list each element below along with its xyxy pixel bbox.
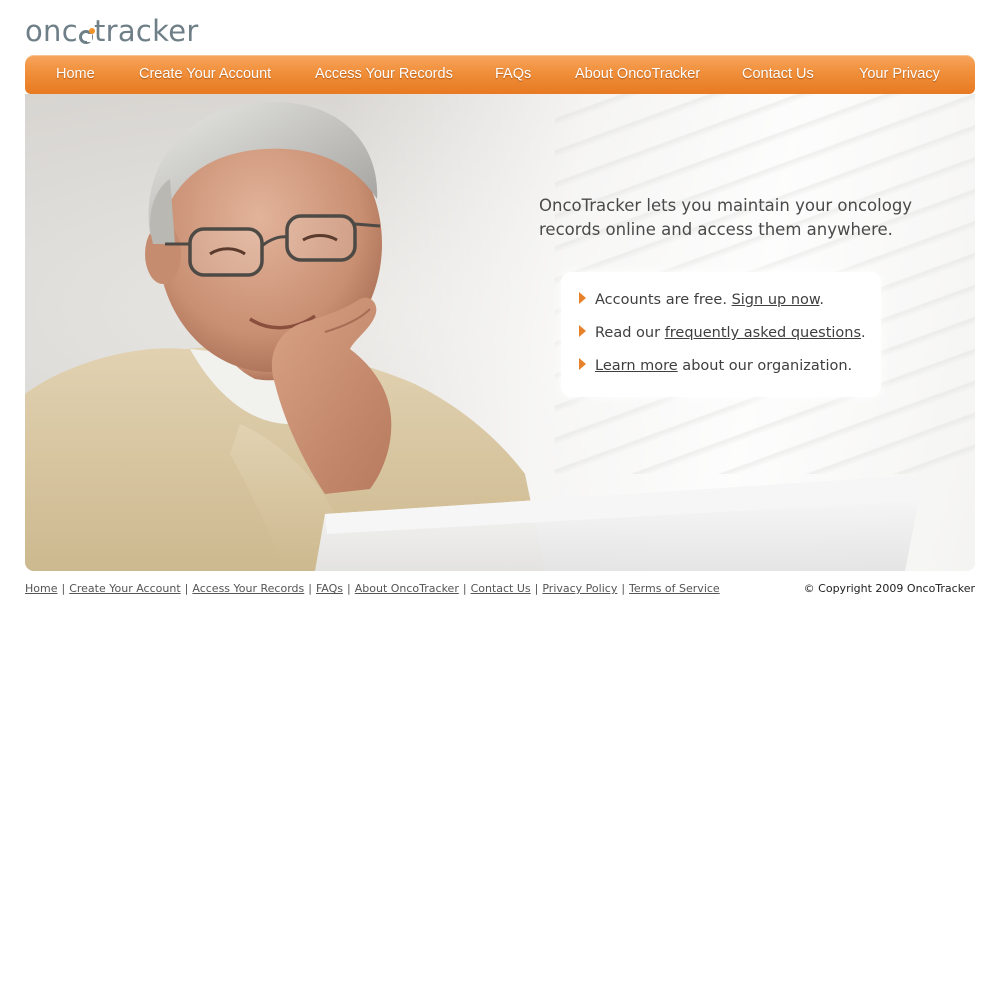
hero-headline: OncoTracker lets you maintain your oncol… <box>539 196 913 239</box>
oncotracker-logo[interactable]: onc tracker <box>25 12 199 46</box>
footer-link-create-your-account[interactable]: Create Your Account <box>69 582 180 595</box>
page: onc tracker Home Create Your Account Acce… <box>0 0 1000 1000</box>
footer-separator: | <box>534 582 539 595</box>
main-navigation: Home Create Your Account Access Your Rec… <box>25 55 975 94</box>
footer: Home | Create Your Account | Access Your Rec… <box>25 582 975 598</box>
info-text: . <box>819 292 825 308</box>
orange-arrow-icon <box>579 325 586 337</box>
nav-access-your-records[interactable]: Access Your Records <box>315 55 453 94</box>
footer-link-access-your-records[interactable]: Access Your Records <box>192 582 304 595</box>
logo-ring-icon <box>78 28 95 44</box>
info-text: Accounts are free. <box>595 292 732 308</box>
footer-link-privacy-policy[interactable]: Privacy Policy <box>542 582 617 595</box>
learn-more-link[interactable]: Learn more <box>595 358 678 374</box>
hero-banner: OncoTracker lets you maintain your oncol… <box>25 94 975 571</box>
info-text: about our organization. <box>677 358 853 374</box>
nav-your-privacy[interactable]: Your Privacy <box>859 55 940 94</box>
footer-links: Home | Create Your Account | Access Your Rec… <box>25 582 720 595</box>
faq-link[interactable]: frequently asked questions <box>665 325 861 341</box>
logo-text-end: tracker <box>93 14 199 48</box>
footer-separator: | <box>308 582 312 595</box>
copyright-notice: © Copyright 2009 OncoTracker <box>803 582 975 595</box>
info-line-faq: Read our frequently asked questions. <box>595 325 866 341</box>
orange-arrow-icon <box>579 358 586 370</box>
info-text: Read our <box>595 325 665 341</box>
footer-link-about-oncotracker[interactable]: About OncoTracker <box>355 582 459 595</box>
footer-link-faqs[interactable]: FAQs <box>316 582 343 595</box>
nav-contact-us[interactable]: Contact Us <box>742 55 814 94</box>
footer-separator: | <box>184 582 189 595</box>
info-box: Accounts are free. Sign up now. Read our… <box>561 272 881 397</box>
info-line-learn-more: Learn more about our organization. <box>595 358 852 374</box>
footer-link-home[interactable]: Home <box>25 582 57 595</box>
info-line-signup: Accounts are free. Sign up now. <box>595 292 824 308</box>
nav-faqs[interactable]: FAQs <box>495 55 531 94</box>
orange-arrow-icon <box>579 292 586 304</box>
footer-link-contact-us[interactable]: Contact Us <box>471 582 531 595</box>
nav-about-oncotracker[interactable]: About OncoTracker <box>575 55 700 94</box>
sign-up-now-link[interactable]: Sign up now <box>732 292 820 308</box>
info-text: . <box>861 325 866 341</box>
footer-link-terms-of-service[interactable]: Terms of Service <box>629 582 720 595</box>
logo-text-start: onc <box>25 14 78 48</box>
footer-separator: | <box>61 582 66 595</box>
footer-separator: | <box>462 582 467 595</box>
nav-create-your-account[interactable]: Create Your Account <box>139 55 271 94</box>
nav-home[interactable]: Home <box>56 55 95 94</box>
footer-separator: | <box>621 582 626 595</box>
footer-separator: | <box>347 582 351 595</box>
